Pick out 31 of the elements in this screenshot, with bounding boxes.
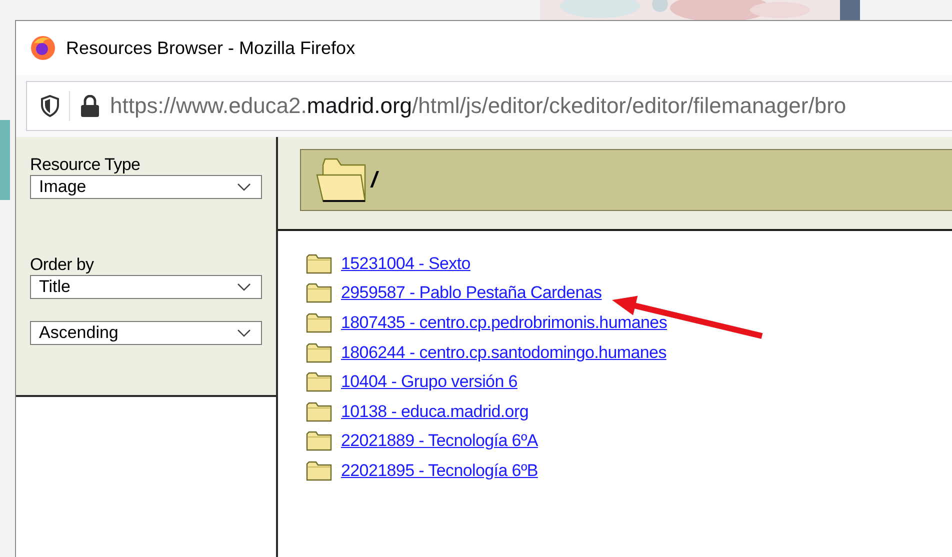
lock-icon[interactable] bbox=[80, 95, 100, 117]
field-label: Resource Type bbox=[30, 155, 142, 175]
folder-icon bbox=[306, 312, 332, 333]
folder-path: / bbox=[371, 167, 378, 193]
address-bar[interactable]: https://www.educa2.madrid.org/html/js/editor/ckeditor/editor/filemanager/bro bbox=[26, 81, 952, 131]
folder-link[interactable]: 1806244 - centro.cp.santodomingo.humanes bbox=[341, 342, 666, 363]
folder-icon bbox=[306, 254, 332, 274]
folder-link[interactable]: 10404 - Grupo versión 6 bbox=[341, 372, 518, 392]
folder-link[interactable]: 10138 - educa.madrid.org bbox=[341, 402, 528, 422]
folder-icon bbox=[306, 283, 332, 304]
field-label: Order by bbox=[30, 255, 95, 275]
folder-icon bbox=[306, 342, 332, 363]
folder-icon bbox=[306, 372, 332, 392]
dropdown[interactable]: Title bbox=[30, 275, 262, 299]
folder-link[interactable]: 1807435 - centro.cp.pedrobrimonis.humanes bbox=[341, 312, 668, 333]
chevron-icon bbox=[237, 283, 251, 291]
window-title: Resources Browser - Mozilla Firefox bbox=[66, 38, 356, 58]
shield-icon[interactable] bbox=[41, 95, 59, 117]
url-text: https://www.educa2.madrid.org/html/js/editor/ckeditor/editor/filemanager/bro bbox=[110, 93, 846, 119]
chevron-icon bbox=[237, 329, 251, 337]
chevron-icon bbox=[237, 183, 251, 191]
dropdown[interactable]: Ascending bbox=[30, 321, 262, 345]
dropdown[interactable]: Image bbox=[30, 175, 262, 199]
browser-logo-icon bbox=[30, 35, 56, 61]
folder-link[interactable]: 22021895 - Tecnología 6ºB bbox=[341, 460, 538, 481]
folder-link[interactable]: 22021889 - Tecnología 6ºA bbox=[341, 431, 538, 452]
folder-link[interactable]: 2959587 - Pablo Pestaña Cardenas bbox=[341, 283, 602, 304]
folder-link[interactable]: 15231004 - Sexto bbox=[341, 254, 470, 274]
folder-icon bbox=[306, 402, 332, 422]
folder-icon bbox=[306, 431, 332, 452]
folder-icon bbox=[306, 460, 332, 481]
